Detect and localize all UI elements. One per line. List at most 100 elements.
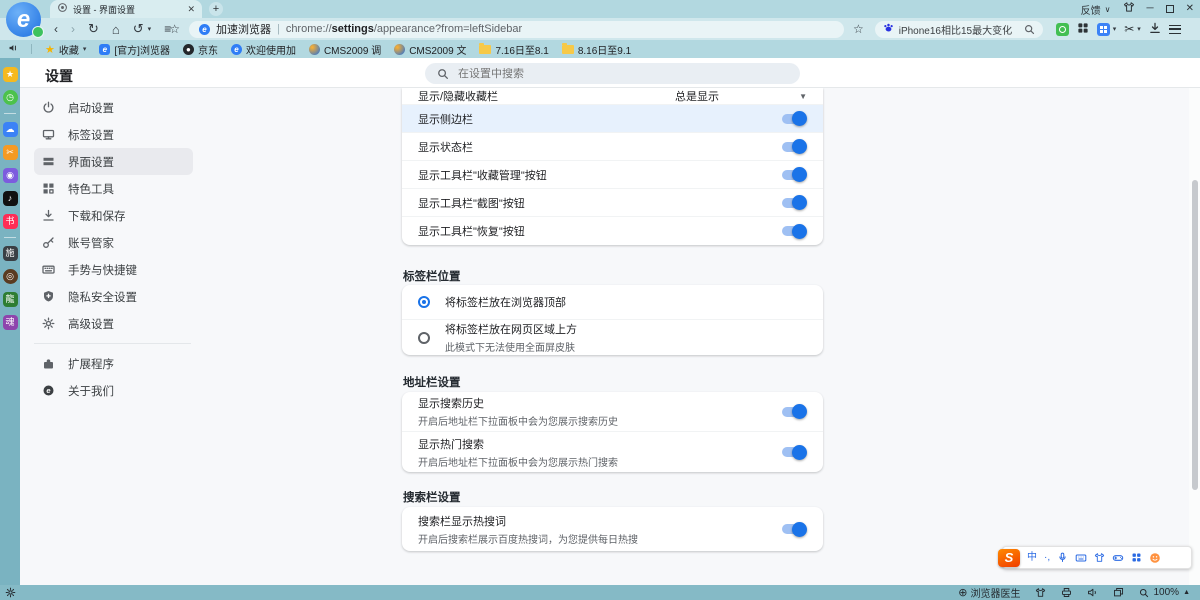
browser-logo[interactable]: e xyxy=(6,2,42,37)
printer-icon[interactable] xyxy=(1061,587,1072,598)
toggle-switch[interactable] xyxy=(782,447,805,457)
chinese-mode-icon[interactable]: 中 xyxy=(1027,553,1037,563)
settings-search-input[interactable] xyxy=(458,68,788,80)
bookmark-item[interactable]: e [官方]浏览器 xyxy=(99,42,170,57)
chevron-down-icon[interactable]: ▾ xyxy=(1113,25,1117,33)
emoji-smiley-icon[interactable] xyxy=(1149,552,1161,564)
toggle-switch[interactable] xyxy=(782,114,805,124)
game-center-app-icon[interactable]: ◉ xyxy=(3,168,18,183)
gear-icon[interactable] xyxy=(5,587,16,598)
bookmark-star-icon[interactable]: ☆ xyxy=(853,22,864,36)
nav-item-privacy[interactable]: 隐私安全设置 xyxy=(20,283,205,310)
apps-grid-icon[interactable] xyxy=(1131,552,1142,563)
bookmark-item[interactable]: ● 京东 xyxy=(183,42,218,57)
bookmark-folder[interactable]: 8.16日至9.1 xyxy=(562,42,631,57)
chevron-down-icon[interactable]: ▾ xyxy=(1137,25,1141,33)
wallet-extension-icon[interactable] xyxy=(1097,23,1110,36)
jd-icon: ● xyxy=(183,44,194,55)
toolbar-search-input[interactable] xyxy=(899,24,1019,35)
settings-search-box[interactable] xyxy=(425,63,800,84)
nav-item-downloads[interactable]: 下载和保存 xyxy=(20,202,205,229)
douyin-app-icon[interactable]: ♪ xyxy=(3,191,18,206)
nav-label: 标签设置 xyxy=(68,127,114,143)
maximize-button[interactable] xyxy=(1166,5,1174,13)
mic-icon[interactable] xyxy=(1057,552,1068,563)
app-shortcut-icon[interactable]: 魂 xyxy=(3,315,18,330)
feedback-button[interactable]: 反馈 ∨ xyxy=(1081,2,1111,17)
nav-item-featured-tools[interactable]: 特色工具 xyxy=(20,175,205,202)
section-title: 标签栏位置 xyxy=(403,268,461,284)
history-clock-icon[interactable]: ◷ xyxy=(3,90,18,105)
multi-window-icon[interactable] xyxy=(1113,587,1124,598)
divider xyxy=(4,113,16,114)
favorites-bar-select[interactable]: 总是显示 ▼ xyxy=(675,88,807,104)
favorites-list-icon[interactable]: ≡☆ xyxy=(164,22,178,36)
tools-app-icon[interactable]: ✂ xyxy=(3,145,18,160)
back-button[interactable]: ‹ xyxy=(54,22,58,36)
toggle-switch[interactable] xyxy=(782,142,805,152)
nav-item-advanced[interactable]: 高级设置 xyxy=(20,310,205,337)
bookmark-item[interactable]: CMS2009 文 xyxy=(394,42,466,57)
bookmark-label: 京东 xyxy=(198,42,218,57)
toggle-switch[interactable] xyxy=(782,170,805,180)
toggle-switch[interactable] xyxy=(782,407,805,417)
forward-button[interactable]: › xyxy=(71,22,75,36)
search-icon[interactable] xyxy=(1024,24,1035,35)
netdisk-app-icon[interactable]: ☁ xyxy=(3,122,18,137)
toggle-switch[interactable] xyxy=(782,198,805,208)
browser-doctor-button[interactable]: ⊕ 浏览器医生 xyxy=(958,585,1020,600)
chevron-down-icon[interactable]: ▾ xyxy=(148,25,152,33)
skin-shirt-icon[interactable] xyxy=(1123,0,1135,18)
download-icon[interactable] xyxy=(1149,22,1161,37)
gamepad-icon[interactable] xyxy=(1112,552,1124,564)
xiaohongshu-app-icon[interactable]: 书 xyxy=(3,214,18,229)
minimize-button[interactable]: ─ xyxy=(1147,4,1154,14)
scrollbar-track[interactable] xyxy=(1189,58,1200,585)
speaker-icon[interactable] xyxy=(8,43,18,56)
nav-item-extensions[interactable]: 扩展程序 xyxy=(20,350,205,377)
toolbar-search-box[interactable] xyxy=(875,21,1043,38)
zoom-level: 100% xyxy=(1153,587,1179,598)
speaker-icon[interactable] xyxy=(1087,587,1098,598)
nav-item-interface[interactable]: 界面设置 xyxy=(34,148,193,175)
sogou-logo-icon[interactable]: S xyxy=(998,549,1020,567)
tab-close-icon[interactable]: ✕ xyxy=(187,5,195,14)
address-bar[interactable]: e 加速浏览器 | chrome://settings/appearance?f… xyxy=(189,21,844,38)
home-button[interactable]: ⌂ xyxy=(112,22,120,37)
refresh-button[interactable]: ↻ xyxy=(88,21,99,37)
scrollbar-thumb[interactable] xyxy=(1192,180,1198,490)
radio-row-tabs-above-page[interactable]: 将标签栏放在网页区域上方 此模式下无法使用全面屏皮肤 xyxy=(402,320,823,355)
radio-selected-icon[interactable] xyxy=(418,296,430,308)
undo-close-button[interactable]: ↺ xyxy=(133,21,144,37)
app-shortcut-icon[interactable]: 施 xyxy=(3,246,18,261)
browser-tab[interactable]: 设置 - 界面设置 ✕ xyxy=(50,0,202,18)
nav-item-tabs[interactable]: 标签设置 xyxy=(20,121,205,148)
skin-shirt-icon[interactable] xyxy=(1094,552,1105,563)
close-button[interactable]: ✕ xyxy=(1186,4,1194,14)
toggle-switch[interactable] xyxy=(782,226,805,236)
bookmark-folder[interactable]: 7.16日至8.1 xyxy=(479,42,548,57)
bookmark-item[interactable]: CMS2009 调 xyxy=(309,42,381,57)
nav-item-about[interactable]: e 关于我们 xyxy=(20,377,205,404)
screenshot-scissors-icon[interactable]: ✂ xyxy=(1124,22,1134,36)
nav-item-account[interactable]: 账号管家 xyxy=(20,229,205,256)
favorites-menu-button[interactable]: ★ 收藏 ▾ xyxy=(45,42,86,57)
skin-shirt-icon[interactable] xyxy=(1035,587,1046,598)
app-shortcut-icon[interactable]: 龍 xyxy=(3,292,18,307)
nav-item-startup[interactable]: 启动设置 xyxy=(20,94,205,121)
new-tab-button[interactable]: + xyxy=(209,2,223,16)
apps-grid-icon[interactable] xyxy=(1077,22,1089,37)
radio-row-tabs-top[interactable]: 将标签栏放在浏览器顶部 xyxy=(402,285,823,320)
green-extension-icon[interactable] xyxy=(1056,23,1069,36)
punctuation-icon[interactable]: ·, xyxy=(1044,553,1050,563)
favorites-star-icon[interactable]: ★ xyxy=(3,67,18,82)
radio-unselected-icon[interactable] xyxy=(418,332,430,344)
menu-icon[interactable] xyxy=(1169,25,1181,34)
favorites-label: 收藏 xyxy=(59,42,79,57)
app-shortcut-icon[interactable]: ◎ xyxy=(3,269,18,284)
zoom-control[interactable]: 100% ▲ xyxy=(1139,587,1190,598)
toggle-switch[interactable] xyxy=(782,524,805,534)
keyboard-icon[interactable] xyxy=(1075,552,1087,564)
bookmark-item[interactable]: e 欢迎使用加 xyxy=(231,42,296,57)
nav-item-gestures[interactable]: 手势与快捷键 xyxy=(20,256,205,283)
